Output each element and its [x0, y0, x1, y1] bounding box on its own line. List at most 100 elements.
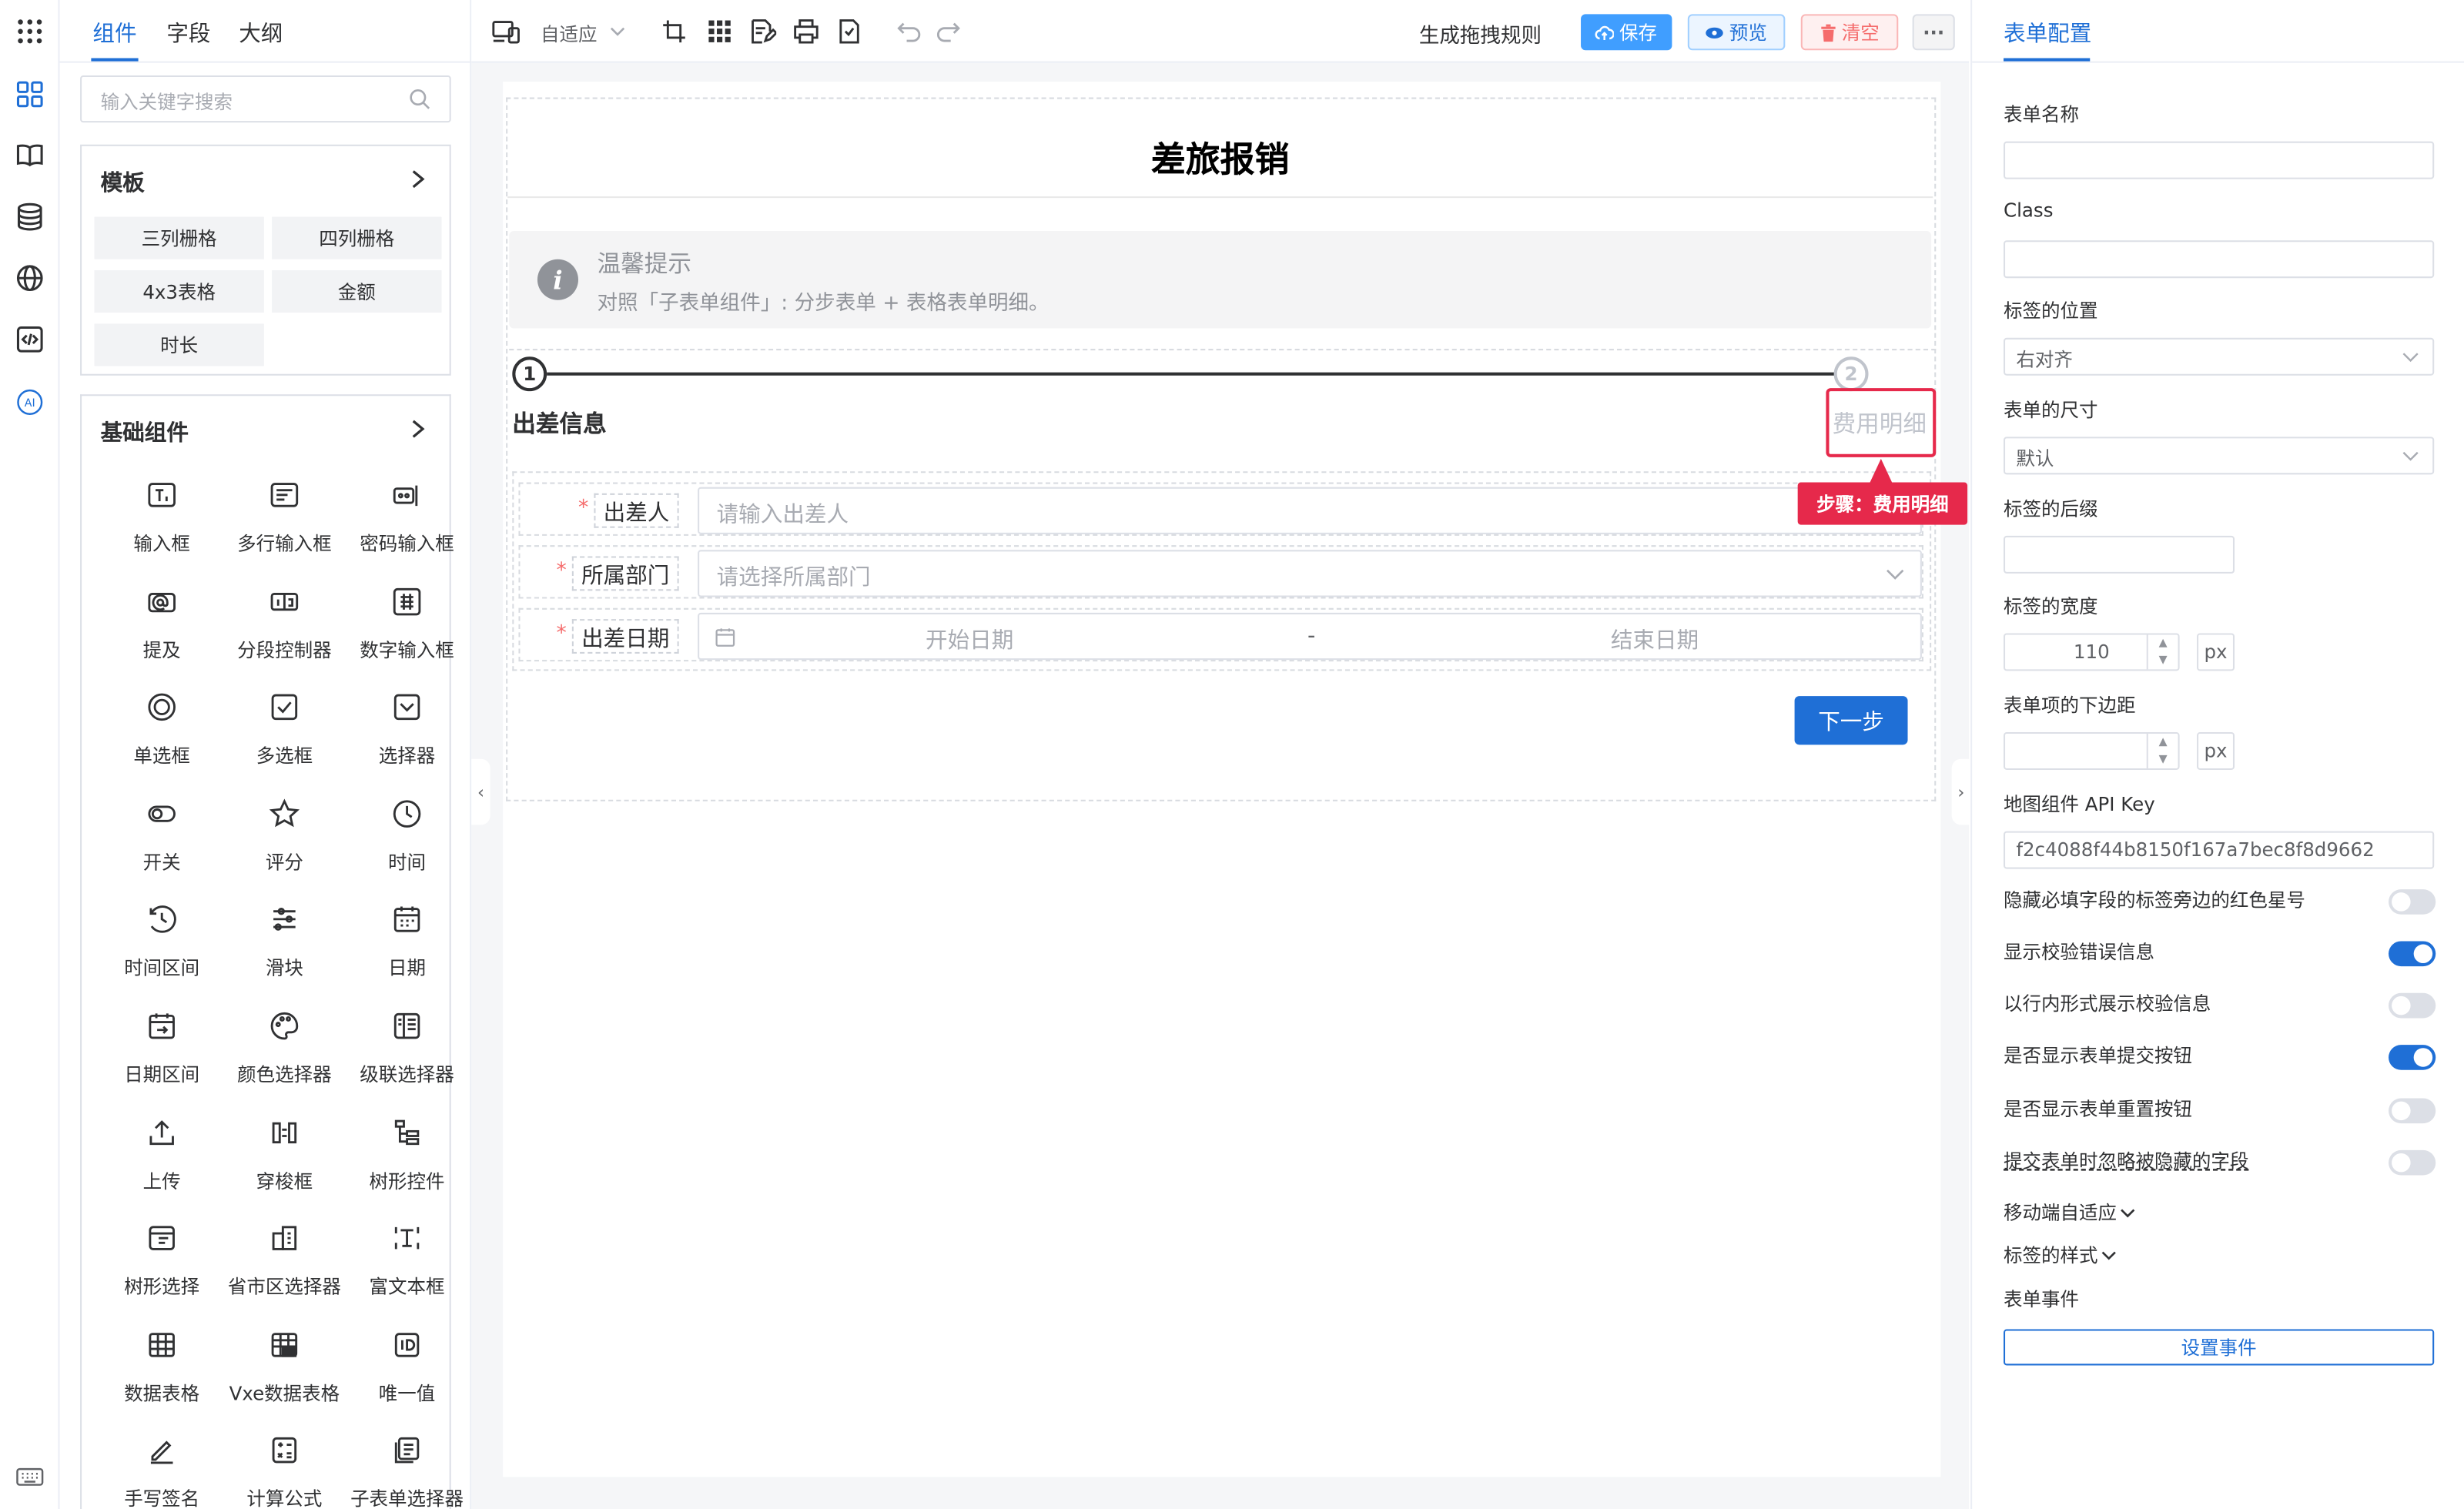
template-item[interactable]: 三列栅格: [94, 216, 264, 259]
label-suffix-input[interactable]: [2004, 535, 2235, 574]
hide-required-star-toggle[interactable]: [2389, 889, 2436, 915]
component-item[interactable]: 密码输入框: [346, 479, 468, 573]
stepper-arrows[interactable]: ▲ ▼: [2146, 634, 2178, 670]
component-item[interactable]: 多行输入框: [223, 479, 346, 573]
tab-fields[interactable]: 字段: [166, 17, 210, 49]
keyboard-icon[interactable]: [14, 1461, 45, 1493]
set-event-button[interactable]: 设置事件: [2004, 1329, 2435, 1366]
edit-doc-icon[interactable]: [748, 18, 777, 44]
show-submit-toggle[interactable]: [2389, 1045, 2436, 1070]
component-item[interactable]: 输入框: [101, 479, 223, 573]
apps-grid-icon[interactable]: [14, 15, 45, 47]
redo-icon[interactable]: [933, 18, 962, 44]
stepper-arrows[interactable]: ▲ ▼: [2146, 734, 2178, 768]
component-item[interactable]: 富文本框: [346, 1223, 468, 1317]
component-item[interactable]: 开关: [101, 798, 223, 892]
template-item[interactable]: 四列栅格: [272, 216, 442, 259]
globe-icon[interactable]: [14, 263, 45, 294]
component-item[interactable]: 子表单选择器: [346, 1435, 468, 1509]
department-select[interactable]: 请选择所属部门: [698, 550, 1922, 597]
component-item[interactable]: 日期区间: [101, 1010, 223, 1104]
component-item[interactable]: 穿梭框: [223, 1116, 346, 1210]
component-item[interactable]: 上传: [101, 1116, 223, 1210]
component-item[interactable]: 唯一值: [346, 1329, 468, 1423]
template-item[interactable]: 时长: [94, 323, 264, 366]
component-item[interactable]: 树形选择: [101, 1223, 223, 1317]
chevron-right-icon[interactable]: [409, 168, 427, 190]
book-icon[interactable]: [14, 140, 45, 172]
preview-button[interactable]: 预览: [1687, 14, 1786, 51]
component-item[interactable]: Vxe数据表格: [223, 1329, 346, 1423]
component-search-input[interactable]: 输入关键字搜索: [80, 75, 451, 123]
form-size-select[interactable]: 默认: [2004, 437, 2435, 475]
tip-alert[interactable]: i 温馨提示 对照「子表单组件」: 分步表单 + 表格表单明细。: [509, 230, 1932, 329]
chevron-right-icon[interactable]: [409, 418, 427, 440]
traveler-input[interactable]: 请输入出差人: [698, 487, 1922, 534]
component-item[interactable]: 数字输入框: [346, 585, 468, 679]
component-item[interactable]: 滑块: [223, 904, 346, 998]
end-date-placeholder[interactable]: 结束日期: [1611, 624, 1699, 655]
component-item[interactable]: 选择器: [346, 691, 468, 785]
undo-icon[interactable]: [896, 18, 924, 44]
ignore-hidden-toggle[interactable]: [2389, 1149, 2436, 1176]
device-icon[interactable]: [492, 18, 521, 44]
component-item[interactable]: 树形控件: [346, 1116, 468, 1210]
collapse-left-handle[interactable]: ‹: [471, 758, 490, 825]
step-2-number[interactable]: 2: [1833, 356, 1869, 392]
component-item[interactable]: 手写签名: [101, 1435, 223, 1509]
save-button[interactable]: 保存: [1581, 14, 1672, 51]
ai-icon[interactable]: AI: [14, 386, 45, 418]
template-item[interactable]: 金额: [272, 270, 442, 313]
show-reset-toggle[interactable]: [2389, 1098, 2436, 1124]
tab-components[interactable]: 组件: [92, 17, 136, 49]
step-1-label[interactable]: 出差信息: [512, 407, 606, 440]
clear-button[interactable]: 清空: [1800, 14, 1899, 51]
export-doc-icon[interactable]: [836, 18, 865, 44]
component-item[interactable]: 颜色选择器: [223, 1010, 346, 1104]
label-position-select[interactable]: 右对齐: [2004, 337, 2435, 376]
start-date-placeholder[interactable]: 开始日期: [926, 624, 1013, 655]
item-margin-stepper[interactable]: ▲ ▼: [2004, 732, 2180, 770]
component-item[interactable]: 日期: [346, 904, 468, 998]
date-range-picker[interactable]: 开始日期 - 结束日期: [698, 612, 1922, 661]
component-item[interactable]: 时间区间: [101, 904, 223, 998]
crop-icon[interactable]: [661, 18, 690, 44]
component-item[interactable]: 数据表格: [101, 1329, 223, 1423]
component-item[interactable]: 时间: [346, 798, 468, 892]
generate-rules-button[interactable]: 生成拖拽规则: [1419, 18, 1542, 49]
form-title[interactable]: 差旅报销: [507, 125, 1933, 199]
inline-message-toggle[interactable]: [2389, 992, 2436, 1019]
selection-tip[interactable]: 步骤：费用明细: [1797, 482, 1968, 525]
show-error-toggle[interactable]: [2389, 941, 2436, 967]
component-item[interactable]: 单选框: [101, 691, 223, 785]
component-item[interactable]: 省市区选择器: [223, 1223, 346, 1317]
component-item[interactable]: 计算公式: [223, 1435, 346, 1509]
component-item[interactable]: 评分: [223, 798, 346, 892]
more-button[interactable]: ···: [1912, 14, 1955, 51]
component-item[interactable]: 分段控制器: [223, 585, 346, 679]
map-key-input[interactable]: f2c4088f44b8150f167a7bec8f8d9662: [2004, 831, 2435, 869]
component-item[interactable]: 多选框: [223, 691, 346, 785]
tab-outline[interactable]: 大纲: [239, 17, 283, 49]
component-item[interactable]: 级联选择器: [346, 1010, 468, 1104]
mobile-adapt-collapse[interactable]: 移动端自适应: [2004, 1199, 2135, 1226]
adapt-select[interactable]: 自适应: [541, 21, 598, 48]
tab-form-config[interactable]: 表单配置: [2004, 17, 2091, 49]
component-item[interactable]: 提及: [101, 585, 223, 679]
next-step-button[interactable]: 下一步: [1794, 696, 1908, 745]
components-icon[interactable]: [14, 79, 45, 110]
component-label: 日期区间: [124, 1063, 200, 1086]
print-icon[interactable]: [792, 18, 821, 44]
label-width-value: 110: [2073, 641, 2110, 664]
label-style-collapse[interactable]: 标签的样式: [2004, 1241, 2117, 1268]
grid-icon[interactable]: [705, 18, 734, 44]
chevron-down-icon: [1886, 569, 1904, 580]
collapse-right-handle[interactable]: ›: [1951, 758, 1971, 825]
label-width-stepper[interactable]: 110 ▲ ▼: [2004, 633, 2180, 671]
step-1-number[interactable]: 1: [512, 356, 547, 392]
class-input[interactable]: [2004, 240, 2435, 279]
template-item[interactable]: 4x3表格: [94, 270, 264, 313]
form-name-input[interactable]: [2004, 141, 2435, 179]
database-icon[interactable]: [14, 201, 45, 233]
code-icon[interactable]: [14, 323, 45, 355]
